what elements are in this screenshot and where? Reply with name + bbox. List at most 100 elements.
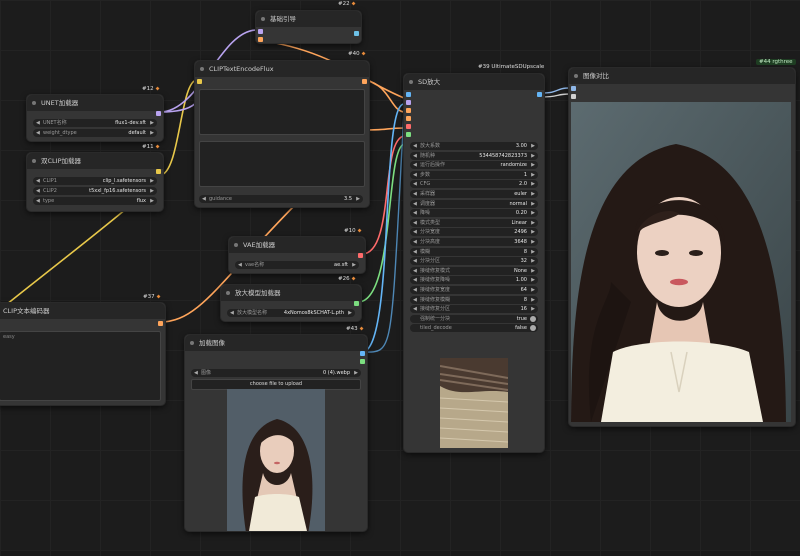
param-widget[interactable]: ◀ 运行后操作 randomize ▶	[410, 161, 538, 170]
input-port[interactable]	[571, 86, 576, 91]
increment-icon[interactable]: ▶	[531, 152, 535, 160]
increment-icon[interactable]: ▶	[531, 171, 535, 179]
param-widget[interactable]: 强制统一分块 true	[410, 314, 538, 323]
clip1-widget[interactable]: ◀ CLIP1 clip_l.safetensors ▶	[33, 177, 157, 185]
param-widget[interactable]: tiled_decode false	[410, 324, 538, 333]
collapse-dot[interactable]	[226, 291, 230, 295]
node-load-image[interactable]: 加载图像 ◀ 图像 0 (4).webp ▶ choose file to uploa…	[184, 334, 368, 532]
decrement-icon[interactable]: ◀	[413, 219, 417, 227]
increment-icon[interactable]: ▶	[531, 296, 535, 304]
decrement-icon[interactable]: ◀	[413, 257, 417, 265]
increment-icon[interactable]: ▶	[531, 248, 535, 256]
decrement-icon[interactable]: ◀	[413, 238, 417, 246]
node-dual-clip-loader[interactable]: 双CLIP加载器 ◀ CLIP1 clip_l.safetensors ▶ ◀ CLIP…	[26, 152, 164, 212]
decrement-icon[interactable]: ◀	[413, 161, 417, 169]
node-vae-loader[interactable]: VAE加载器 ◀ vae名称 ae.sft ▶	[228, 236, 366, 274]
collapse-dot[interactable]	[234, 243, 238, 247]
node-clip-text-encoder[interactable]: CLIP文本编码器 easy	[0, 302, 166, 406]
increment-icon[interactable]: ▶	[531, 180, 535, 188]
increment-icon[interactable]: ▶	[531, 305, 535, 313]
upscale-model-widget[interactable]: ◀ 放大模型名称 4xNomos8kSCHAT-L.pth ▶	[227, 309, 355, 317]
collapse-dot[interactable]	[32, 159, 36, 163]
decrement-icon[interactable]: ◀	[413, 286, 417, 294]
toggle-icon[interactable]	[530, 325, 536, 332]
node-ultimate-sd-upscale[interactable]: SD放大 ◀ 放大系数 3.00 ▶ ◀ 随机种 534458742823373 ▶ ◀ 运行后操…	[403, 73, 545, 453]
param-widget[interactable]: ◀ 采样器 euler ▶	[410, 190, 538, 198]
clip2-widget[interactable]: ◀ CLIP2 t5xxl_fp16.safetensors ▶	[33, 187, 157, 195]
param-widget[interactable]: ◀ 步数 1 ▶	[410, 170, 538, 179]
param-widget[interactable]: ◀ CFG 2.0 ▶	[410, 180, 538, 189]
guidance-widget[interactable]: ◀ guidance 3.5 ▶	[199, 195, 363, 203]
collapse-dot[interactable]	[574, 74, 578, 78]
increment-icon[interactable]: ▶	[531, 267, 535, 275]
decrement-icon[interactable]: ◀	[413, 200, 417, 208]
input-port[interactable]	[406, 108, 411, 113]
decrement-icon[interactable]: ◀	[413, 267, 417, 275]
param-widget[interactable]: ◀ 调度器 normal ▶	[410, 199, 538, 208]
output-port[interactable]	[354, 301, 359, 306]
param-widget[interactable]: ◀ 分块高度 3648 ▶	[410, 238, 538, 246]
param-widget[interactable]: ◀ 分块宽度 2496 ▶	[410, 228, 538, 237]
node-unet-loader[interactable]: UNET加载器 ◀ UNET名称 flux1-dev.sft ▶ ◀ weight_dt…	[26, 94, 164, 142]
param-widget[interactable]: ◀ 分块分区 32 ▶	[410, 257, 538, 266]
param-widget[interactable]: ◀ 模式类型 Linear ▶	[410, 218, 538, 227]
param-widget[interactable]: ◀ 接缝修复模糊 8 ▶	[410, 295, 538, 304]
decrement-icon[interactable]: ◀	[413, 209, 417, 217]
output-port[interactable]	[158, 321, 163, 326]
param-widget[interactable]: ◀ 接缝修复模式 None ▶	[410, 266, 538, 275]
collapse-dot[interactable]	[32, 101, 36, 105]
decrement-icon[interactable]: ◀	[413, 171, 417, 179]
increment-icon[interactable]: ▶	[531, 200, 535, 208]
decrement-icon[interactable]: ◀	[413, 142, 417, 150]
clip-l-textarea[interactable]	[199, 89, 365, 135]
input-port[interactable]	[406, 100, 411, 105]
input-port[interactable]	[258, 29, 263, 34]
increment-icon[interactable]: ▶	[531, 219, 535, 227]
output-port[interactable]	[156, 169, 161, 174]
increment-icon[interactable]: ▶	[531, 228, 535, 236]
input-port[interactable]	[406, 124, 411, 129]
output-port[interactable]	[360, 351, 365, 356]
output-port[interactable]	[360, 359, 365, 364]
increment-icon[interactable]: ▶	[531, 190, 535, 198]
collapse-dot[interactable]	[200, 67, 204, 71]
input-port[interactable]	[406, 132, 411, 137]
increment-icon[interactable]: ▶	[531, 209, 535, 217]
image-select-widget[interactable]: ◀ 图像 0 (4).webp ▶	[191, 369, 361, 377]
param-widget[interactable]: ◀ 放大系数 3.00 ▶	[410, 142, 538, 150]
output-port[interactable]	[354, 31, 359, 36]
decrement-icon[interactable]: ◀	[413, 152, 417, 160]
input-port[interactable]	[406, 116, 411, 121]
param-widget[interactable]: ◀ 随机种 534458742823373 ▶	[410, 151, 538, 160]
output-port[interactable]	[537, 92, 542, 97]
decrement-icon[interactable]: ◀	[413, 228, 417, 236]
collapse-dot[interactable]	[409, 80, 413, 84]
weight-dtype-widget[interactable]: ◀ weight_dtype default ▶	[33, 129, 157, 137]
increment-icon[interactable]: ▶	[531, 142, 535, 150]
output-port[interactable]	[362, 79, 367, 84]
param-widget[interactable]: ◀ 接缝修复宽度 64 ▶	[410, 286, 538, 294]
collapse-dot[interactable]	[190, 341, 194, 345]
decrement-icon[interactable]: ◀	[413, 180, 417, 188]
node-image-compare[interactable]: 图像对比	[568, 67, 796, 427]
node-clip-text-encode-flux[interactable]: CLIPTextEncodeFlux ◀ guidance 3.5 ▶	[194, 60, 370, 208]
increment-icon[interactable]: ▶	[531, 161, 535, 169]
input-port[interactable]	[197, 79, 202, 84]
param-widget[interactable]: ◀ 降噪 0.20 ▶	[410, 209, 538, 218]
prompt-textarea[interactable]: easy	[0, 331, 161, 401]
increment-icon[interactable]: ▶	[531, 276, 535, 284]
param-widget[interactable]: ◀ 模糊 8 ▶	[410, 247, 538, 256]
toggle-icon[interactable]	[530, 315, 536, 322]
decrement-icon[interactable]: ◀	[413, 276, 417, 284]
input-port[interactable]	[406, 92, 411, 97]
param-widget[interactable]: ◀ 接缝修复分区 16 ▶	[410, 305, 538, 314]
input-port[interactable]	[258, 37, 263, 42]
decrement-icon[interactable]: ◀	[413, 190, 417, 198]
decrement-icon[interactable]: ◀	[413, 248, 417, 256]
increment-icon[interactable]: ▶	[531, 257, 535, 265]
unet-name-widget[interactable]: ◀ UNET名称 flux1-dev.sft ▶	[33, 119, 157, 127]
node-upscale-model-loader[interactable]: 放大模型加载器 ◀ 放大模型名称 4xNomos8kSCHAT-L.pth ▶	[220, 284, 362, 322]
node-basic-guider[interactable]: 基础引导	[255, 10, 362, 44]
decrement-icon[interactable]: ◀	[413, 296, 417, 304]
input-port[interactable]	[571, 94, 576, 99]
